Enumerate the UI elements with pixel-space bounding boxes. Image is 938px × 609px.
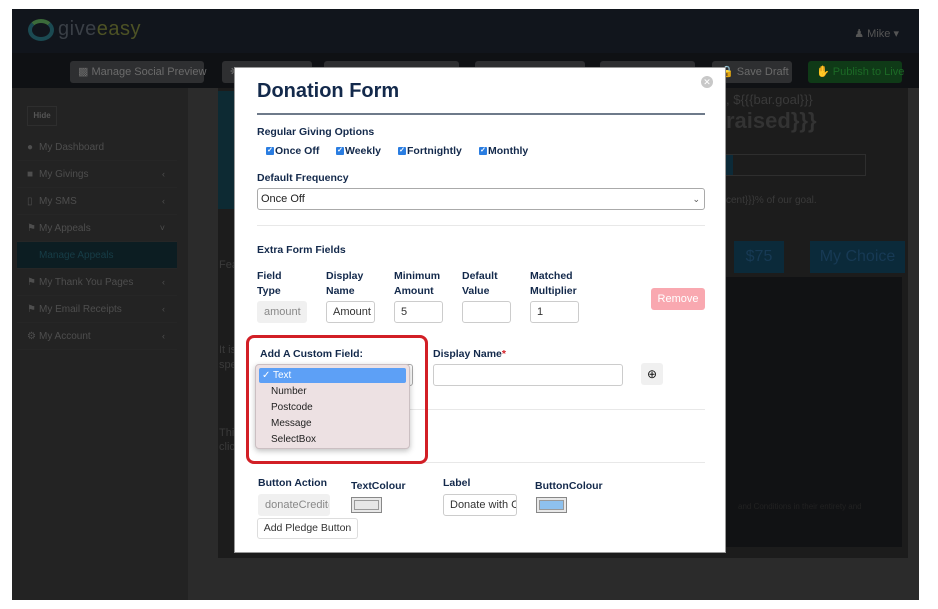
preview-progress-bar (724, 154, 866, 176)
manage-social-preview-button[interactable]: ▩ Manage Social Preview (70, 61, 206, 83)
sidebar-item-appeals[interactable]: ⚑ My Appeals ˅ (17, 215, 177, 242)
sidebar-item-manage-appeals[interactable]: Manage Appeals (17, 242, 177, 269)
flag-icon: ⚑ (27, 304, 36, 315)
preview-amount-75: $75 (734, 241, 784, 273)
checkbox-once-off[interactable]: ✓ Once Off (266, 145, 319, 157)
sidebar-item-email-receipts[interactable]: ⚑ My Email Receipts ‹ (17, 296, 177, 323)
label-input[interactable]: Donate with C (443, 494, 517, 516)
flag-icon: ⚑ (27, 277, 36, 288)
chevron-left-icon: ‹ (162, 169, 165, 179)
sidebar-item-thank-you-pages[interactable]: ⚑ My Thank You Pages ‹ (17, 269, 177, 296)
preview-goal-text: , ${{{bar.goal}}} (726, 92, 813, 107)
user-name: Mike (867, 28, 891, 40)
sidebar-item-account[interactable]: ⚙ My Account ‹ (17, 323, 177, 350)
chevron-down-icon: ˅ (159, 223, 165, 233)
preview-form-panel: and Conditions in their entirety and (724, 277, 902, 547)
share-icon: ▩ (78, 66, 89, 78)
regular-giving-label: Regular Giving Options (257, 126, 375, 138)
chevron-down-icon: ⌄ (692, 194, 700, 204)
mobile-icon: ▯ (27, 196, 33, 207)
custom-display-name-input[interactable] (433, 364, 623, 386)
preview-raised-text: raised}}} (726, 108, 817, 133)
sidebar-item-givings[interactable]: ■ My Givings ‹ (17, 161, 177, 188)
chevron-left-icon: ‹ (162, 331, 165, 341)
remove-button[interactable]: Remove (651, 288, 705, 310)
checkbox-checked-icon: ✓ (266, 147, 274, 155)
sidebar-item-dashboard[interactable]: ● My Dashboard (17, 134, 177, 161)
matched-multiplier-input[interactable]: 1 (530, 301, 579, 323)
dashboard-icon: ● (27, 142, 34, 153)
minimum-amount-input[interactable]: 5 (394, 301, 443, 323)
button-action-label: Button Action (258, 477, 328, 489)
header-default-value: Default Value (462, 270, 498, 297)
preview-my-choice: My Choice (810, 241, 905, 273)
thumbs-up-icon: ✋ (816, 66, 830, 78)
chevron-left-icon: ‹ (162, 277, 165, 287)
modal-title: Donation Form (257, 80, 400, 102)
header-minimum-amount: Minimum Amount (394, 270, 441, 297)
checkbox-fortnightly[interactable]: ✓ Fortnightly (398, 145, 462, 157)
checkbox-checked-icon: ✓ (398, 147, 406, 155)
section-divider (257, 225, 705, 226)
flag-icon: ⚑ (27, 223, 36, 234)
add-pledge-button[interactable]: Add Pledge Button (257, 518, 358, 539)
gear-icon: ⚙ (27, 331, 36, 342)
top-navbar: giveeasy ♟ Mike ▾ (12, 9, 919, 53)
extra-form-fields-label: Extra Form Fields (257, 244, 346, 256)
brand-prefix: give (58, 18, 97, 40)
preview-percent-text: cent}}}% of our goal. (726, 195, 817, 206)
checkbox-weekly[interactable]: ✓ Weekly (336, 145, 381, 157)
title-divider (257, 113, 705, 115)
preview-terms-text: and Conditions in their entirety and (738, 502, 862, 511)
header-field-type: Field Type (257, 270, 282, 297)
header-matched-multiplier: Matched Multiplier (530, 270, 577, 297)
logo-icon (28, 18, 54, 41)
user-icon: ♟ (854, 28, 865, 40)
button-colour-label: ButtonColour (535, 480, 603, 492)
close-icon[interactable]: ✕ (701, 76, 713, 88)
custom-display-name-label: Display Name* (433, 348, 506, 360)
required-marker: * (501, 348, 506, 360)
brand-logo[interactable]: giveeasy (28, 18, 141, 41)
donation-form-modal: ✕ Donation Form Regular Giving Options ✓… (234, 67, 726, 553)
checkbox-checked-icon: ✓ (479, 147, 487, 155)
default-value-input[interactable] (462, 301, 511, 323)
button-colour-picker[interactable] (536, 497, 567, 513)
caret-down-icon: ▾ (893, 28, 899, 40)
brand-suffix: easy (96, 18, 141, 40)
default-frequency-select[interactable]: Once Off ⌄ (257, 188, 705, 210)
checkbox-checked-icon: ✓ (336, 147, 344, 155)
chevron-left-icon: ‹ (162, 196, 165, 206)
text-colour-picker[interactable] (351, 497, 382, 513)
chevron-left-icon: ‹ (162, 304, 165, 314)
display-name-input[interactable]: Amount (326, 301, 375, 323)
plus-circle-icon[interactable]: ⊕ (641, 363, 663, 385)
highlight-annotation (246, 335, 428, 464)
sidebar: Hide ● My Dashboard ■ My Givings ‹ ▯ My SMS ‹… (12, 88, 188, 600)
sidebar-item-sms[interactable]: ▯ My SMS ‹ (17, 188, 177, 215)
hide-sidebar-button[interactable]: Hide (27, 106, 57, 126)
default-frequency-label: Default Frequency (257, 172, 349, 184)
text-colour-label: TextColour (351, 480, 406, 492)
gift-icon: ■ (27, 169, 34, 180)
user-menu[interactable]: ♟ Mike ▾ (854, 27, 899, 40)
button-action-input: donateCredit( (258, 494, 330, 516)
field-type-input: amount (257, 301, 307, 323)
publish-to-live-button[interactable]: ✋ Publish to Live (808, 61, 904, 83)
label-label: Label (443, 477, 471, 489)
checkbox-monthly[interactable]: ✓ Monthly (479, 145, 528, 157)
header-display-name: Display Name (326, 270, 364, 297)
